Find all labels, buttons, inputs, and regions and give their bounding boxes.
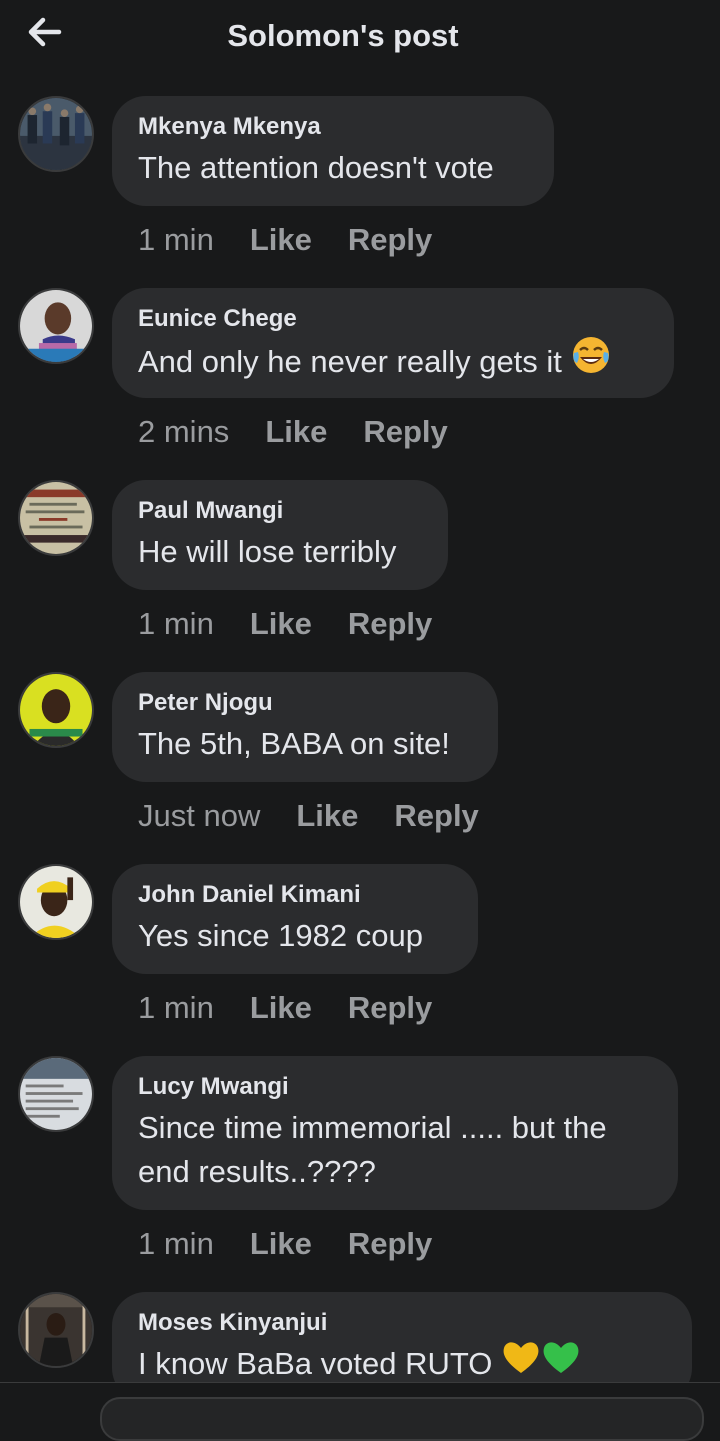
comment-actions: Just now Like Reply (138, 798, 515, 834)
comment-text-line: Since time immemorial ..... but the (138, 1110, 607, 1145)
comment-actions: 2 mins Like Reply (138, 414, 484, 450)
comment-time: Just now (138, 798, 261, 833)
comment-text-content: And only he never really gets it (138, 344, 562, 380)
comment-bubble: Mkenya Mkenya The attention doesn't vote (112, 96, 554, 206)
reply-button[interactable]: Reply (348, 606, 432, 641)
comment-author[interactable]: Paul Mwangi (138, 496, 420, 526)
comment-bubble: Peter Njogu The 5th, BABA on site! (112, 672, 498, 782)
avatar[interactable] (18, 864, 94, 940)
comment-text: Since time immemorial ..... but the end r… (138, 1106, 650, 1194)
comment-input[interactable] (100, 1397, 704, 1441)
green-heart-emoji (541, 1339, 581, 1387)
like-button[interactable]: Like (250, 990, 312, 1025)
comment-author[interactable]: Moses Kinyanjui (138, 1308, 664, 1338)
avatar[interactable] (18, 1292, 94, 1368)
avatar-image (20, 1294, 92, 1366)
avatar[interactable] (18, 480, 94, 556)
comment-actions: 1 min Like Reply (138, 990, 468, 1026)
reply-button[interactable]: Reply (348, 990, 432, 1025)
comment-bubble: Paul Mwangi He will lose terribly (112, 480, 448, 590)
comment-time: 1 min (138, 222, 214, 257)
reply-button[interactable]: Reply (348, 1226, 432, 1261)
comment-bubble: Eunice Chege And only he never really ge… (112, 288, 674, 398)
reply-button[interactable]: Reply (348, 222, 432, 257)
comment-time: 1 min (138, 606, 214, 641)
yellow-heart-emoji (501, 1339, 541, 1387)
avatar-image (20, 674, 92, 746)
comment-author[interactable]: Mkenya Mkenya (138, 112, 526, 142)
comment-text: He will lose terribly (138, 534, 397, 569)
comment-author[interactable]: John Daniel Kimani (138, 880, 450, 910)
avatar-image (20, 866, 92, 938)
reply-button[interactable]: Reply (394, 798, 478, 833)
page-title: Solomon's post (227, 18, 459, 53)
avatar[interactable] (18, 288, 94, 364)
avatar-image (20, 98, 92, 170)
like-button[interactable]: Like (250, 1226, 312, 1261)
comment-author[interactable]: Peter Njogu (138, 688, 470, 718)
comment-text-content: I know BaBa voted RUTO (138, 1346, 493, 1382)
comment-text: The attention doesn't vote (138, 150, 494, 185)
comment-author[interactable]: Eunice Chege (138, 304, 646, 334)
comment-time: 2 mins (138, 414, 230, 449)
like-button[interactable]: Like (250, 222, 312, 257)
avatar[interactable] (18, 672, 94, 748)
comment-actions: 1 min Like Reply (138, 222, 468, 258)
tears-of-joy-emoji (571, 335, 611, 387)
comment-text-line: end results..???? (138, 1154, 376, 1189)
comment-text: The 5th, BABA on site! (138, 726, 450, 761)
avatar[interactable] (18, 1056, 94, 1132)
avatar-image (20, 290, 92, 362)
top-bar: Solomon's post (0, 0, 720, 76)
avatar-image (20, 482, 92, 554)
comment-author[interactable]: Lucy Mwangi (138, 1072, 650, 1102)
comment-bubble: John Daniel Kimani Yes since 1982 coup (112, 864, 478, 974)
like-button[interactable]: Like (250, 606, 312, 641)
comment-text: And only he never really gets it (138, 335, 646, 390)
like-button[interactable]: Like (296, 798, 358, 833)
like-button[interactable]: Like (265, 414, 327, 449)
comment-actions: 1 min Like Reply (138, 1226, 468, 1262)
comment-actions: 1 min Like Reply (138, 606, 468, 642)
comment-time: 1 min (138, 990, 214, 1025)
reply-button[interactable]: Reply (363, 414, 447, 449)
comment-text: Yes since 1982 coup (138, 918, 423, 953)
avatar[interactable] (18, 96, 94, 172)
comment-bubble: Lucy Mwangi Since time immemorial ..... … (112, 1056, 678, 1210)
comment-time: 1 min (138, 1226, 214, 1261)
avatar-image (20, 1058, 92, 1130)
